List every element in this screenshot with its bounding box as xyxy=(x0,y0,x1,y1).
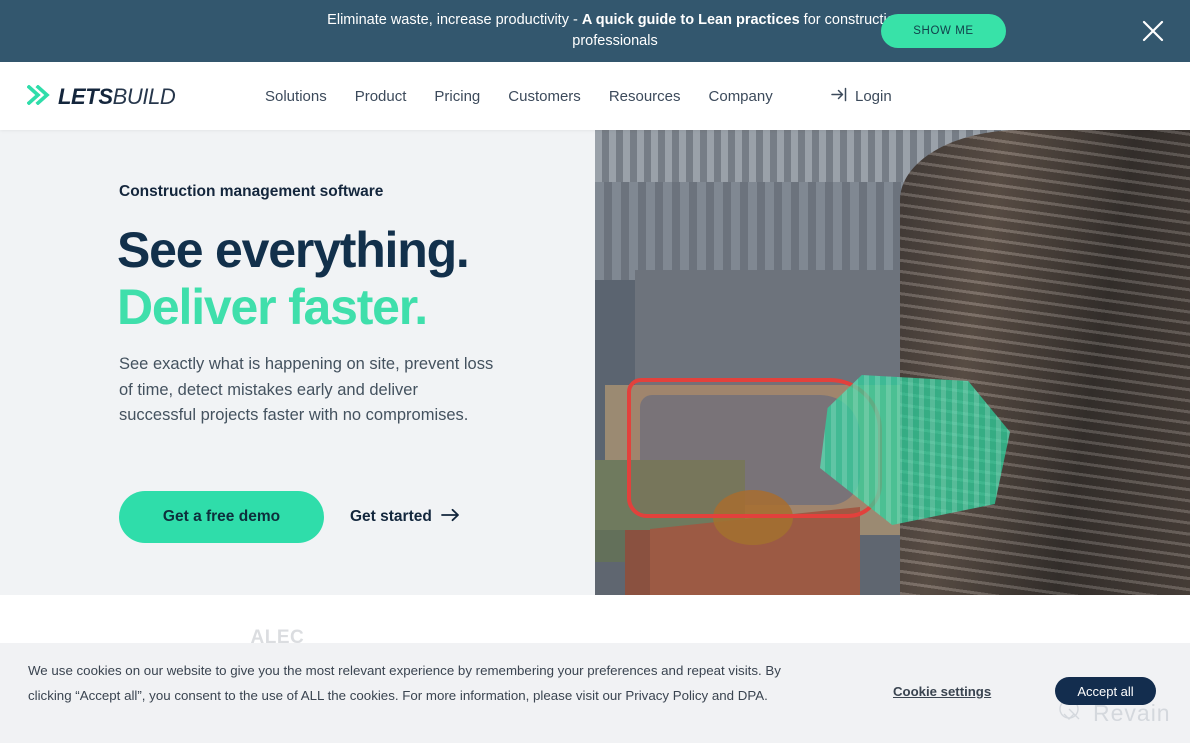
hero-eyebrow: Construction management software xyxy=(119,183,384,200)
logo-text-primary: LETS xyxy=(58,84,113,109)
cookie-consent-text: We use cookies on our website to give yo… xyxy=(28,663,781,703)
promo-banner: Eliminate waste, increase productivity -… xyxy=(0,0,1190,62)
show-me-button[interactable]: SHOW ME xyxy=(881,14,1006,48)
double-chevron-icon xyxy=(26,83,53,110)
nav-item-product[interactable]: Product xyxy=(355,88,407,105)
nav-item-company[interactable]: Company xyxy=(709,88,773,105)
nav-item-pricing[interactable]: Pricing xyxy=(434,88,480,105)
cookie-settings-link[interactable]: Cookie settings xyxy=(893,684,991,699)
close-icon[interactable] xyxy=(1132,10,1174,52)
get-a-free-demo-button-hero[interactable]: Get a free demo xyxy=(119,491,324,543)
promo-banner-text: Eliminate waste, increase productivity -… xyxy=(255,10,935,52)
nav-links: Solutions Product Pricing Customers Reso… xyxy=(265,62,773,130)
hero-paragraph: See exactly what is happening on site, p… xyxy=(119,355,494,424)
get-started-label: Get started xyxy=(350,508,432,525)
nav-item-resources[interactable]: Resources xyxy=(609,88,681,105)
cookie-consent-banner: We use cookies on our website to give yo… xyxy=(0,643,1190,743)
nav-item-customers[interactable]: Customers xyxy=(508,88,581,105)
headline-line-2: Deliver faster. xyxy=(117,279,428,335)
login-label: Login xyxy=(855,87,892,105)
get-started-link[interactable]: Get started xyxy=(350,508,460,527)
page-root: Eliminate waste, increase productivity -… xyxy=(0,0,1190,743)
main-navigation: LETSBUILD Solutions Product Pricing Cust… xyxy=(0,62,1190,130)
logo[interactable]: LETSBUILD xyxy=(26,83,176,110)
promo-text-highlight: A quick guide to Lean practices xyxy=(581,12,800,28)
hero-cta-row: Get a free demo Get started xyxy=(119,491,460,543)
headline-line-1: See everything. xyxy=(117,222,470,278)
login-link[interactable]: Login xyxy=(831,62,892,130)
accept-all-button[interactable]: Accept all xyxy=(1055,677,1156,705)
arrow-right-icon xyxy=(440,508,460,527)
hero-aerial-photo: EAST WING PROJECT MANAGER: PAUL ALLEN ST… xyxy=(595,130,1190,595)
aerial-city-scene xyxy=(595,130,1190,595)
page-title: See everything. Deliver faster. xyxy=(117,222,470,336)
hero-section: Construction management software See eve… xyxy=(0,130,1190,595)
logo-text-secondary: BUILD xyxy=(112,84,176,109)
hero-text-panel: Construction management software See eve… xyxy=(0,130,595,595)
nav-item-solutions[interactable]: Solutions xyxy=(265,88,327,105)
promo-text-before: Eliminate waste, increase productivity - xyxy=(327,12,582,28)
sign-in-icon xyxy=(831,87,848,106)
